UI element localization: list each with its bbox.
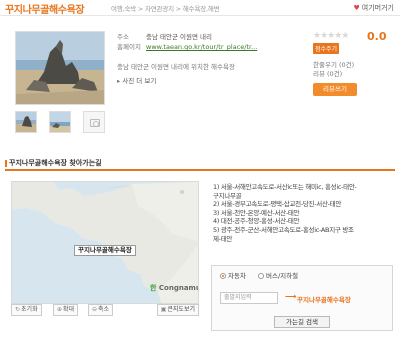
route-line: 2) 서울-경부고속도로-평택-삽교천-당진-서산-태안 xyxy=(213,200,342,209)
breadcrumb-item[interactable]: 여행,숙박 xyxy=(111,5,136,13)
favorite-label: 여기머거기 xyxy=(361,4,394,12)
address-row: 주소 충남 태안군 이원면 내리 xyxy=(117,31,212,41)
radio-icon xyxy=(258,273,265,279)
route-line: 4) 대전-공주-청양-홍성-서산-태안 xyxy=(213,217,300,226)
address-label: 주소 xyxy=(117,33,129,41)
homepage-row: 홈페이지 www.taean.go.kr/tour/tr_place/tr... xyxy=(117,41,257,51)
breadcrumb-item[interactable]: 해수욕장,해변 xyxy=(183,5,220,13)
rating-score: 0.0 xyxy=(367,30,387,43)
map-view[interactable]: 꾸지나무골해수욕장 한 Congnamul xyxy=(11,181,199,304)
zoom-in-icon: ⊕ xyxy=(57,306,63,313)
radio-selected-icon xyxy=(220,273,226,279)
zoom-out-button[interactable]: ⊖축소 xyxy=(88,304,114,316)
route-line: 구지나무골 xyxy=(213,191,242,200)
breadcrumb: 여행,숙박 > 자연관광지 > 해수욕장,해변 xyxy=(111,3,220,13)
map-place-label: 꾸지나무골해수욕장 xyxy=(74,245,136,256)
mode-transit-option[interactable]: 버스/지하철 xyxy=(258,272,298,280)
route-list: 1) 서울-서해안고속도로-서산ic또는 해미ic, 홍성ic-태안- 구지나무… xyxy=(213,183,397,243)
big-map-button[interactable]: ▣큰지도보기 xyxy=(156,304,199,316)
refresh-icon: ↻ xyxy=(15,306,21,313)
mode-car-option[interactable]: 자동차 xyxy=(220,272,246,280)
map-reset-label: 초기화 xyxy=(21,306,38,313)
route-line: 1) 서울-서해안고속도로-서산ic또는 해미ic, 홍성ic-태안- xyxy=(213,183,357,191)
homepage-label: 홈페이지 xyxy=(117,43,141,51)
mode-transit-label: 버스/지하철 xyxy=(266,272,299,280)
start-location-input[interactable]: 출발지입력 xyxy=(220,292,278,304)
favorite-button[interactable]: ♥ 여기머거기 xyxy=(354,3,394,13)
zoom-in-button[interactable]: ⊕확대 xyxy=(53,304,79,316)
route-search-box: 자동차 버스/지하철 출발지입력 ⟶ 꾸지나무골해수욕장 가는길 검색 xyxy=(211,265,393,331)
breadcrumb-sep: > xyxy=(175,5,182,13)
page-title: 꾸지나무골해수욕장 xyxy=(5,5,85,16)
zoom-out-icon: ⊖ xyxy=(92,306,98,313)
arrow-right-icon: ⟶ xyxy=(285,292,297,301)
thumbnail-3[interactable] xyxy=(83,111,105,133)
write-review-button[interactable]: 리뷰쓰기 xyxy=(313,83,357,96)
camera-icon xyxy=(90,119,100,127)
star-rating-icon[interactable]: ★★★★★ xyxy=(313,31,349,41)
rate-button[interactable]: 점수주기 xyxy=(313,43,340,54)
more-photos-label: 사진 더 보기 xyxy=(122,77,157,85)
route-line: 5) 광주-전주-군산-서해안고속도로-홍성ic-AB지구 방조 xyxy=(213,225,354,234)
zoom-out-label: 축소 xyxy=(98,306,110,313)
main-photo[interactable] xyxy=(15,31,105,105)
arrow-icon: ▸ xyxy=(117,77,121,85)
breadcrumb-item[interactable]: 자연관광지 xyxy=(145,5,174,13)
destination-label: 꾸지나무골해수욕장 xyxy=(297,296,351,304)
zoom-in-label: 확대 xyxy=(63,306,75,313)
thumbnail-image xyxy=(50,112,70,132)
map-provider-logo: 한 Congnamul xyxy=(150,283,199,293)
logo-prefix: 한 xyxy=(150,284,157,292)
map-reset-button[interactable]: ↻초기화 xyxy=(11,304,42,316)
breadcrumb-sep: > xyxy=(137,5,144,13)
logo-text: Congnamul xyxy=(158,284,199,292)
review-count[interactable]: 리뷰 (0건) xyxy=(313,68,342,78)
route-line: 제-태안 xyxy=(213,234,233,243)
beach-photo xyxy=(16,32,104,104)
thumbnail-2[interactable] xyxy=(49,111,71,133)
page-header: 꾸지나무골해수욕장 여행,숙박 > 자연관광지 > 해수욕장,해변 ♥ 여기머거기 xyxy=(0,0,400,16)
more-photos-link[interactable]: ▸ 사진 더 보기 xyxy=(117,75,156,85)
mode-car-label: 자동차 xyxy=(228,272,246,280)
thumbnail-image xyxy=(16,112,36,132)
big-map-label: 큰지도보기 xyxy=(167,306,195,313)
map-toolbar: ↻초기화 ⊕확대 ⊖축소 ▣큰지도보기 xyxy=(11,304,199,317)
transport-modes: 자동차 버스/지하철 xyxy=(220,270,298,280)
route-search-button[interactable]: 가는길 검색 xyxy=(274,316,330,328)
heart-icon: ♥ xyxy=(353,4,360,12)
directions-title: 꾸지나무골해수욕장 찾아가는길 xyxy=(5,157,395,171)
place-description: 충남 태안군 이원면 내리에 위치한 해수욕장 xyxy=(117,63,235,71)
address-value: 충남 태안군 이원면 내리 xyxy=(146,33,212,41)
map-icon: ▣ xyxy=(160,306,167,313)
homepage-link[interactable]: www.taean.go.kr/tour/tr_place/tr... xyxy=(146,43,257,51)
photo-thumbnails xyxy=(15,111,105,133)
thumbnail-1[interactable] xyxy=(15,111,37,133)
